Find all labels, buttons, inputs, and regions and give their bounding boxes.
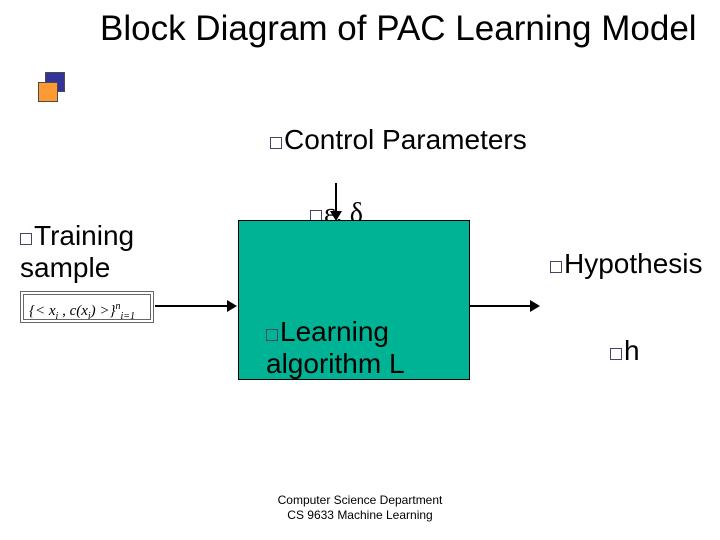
hypothesis-label: Hypothesis — [550, 248, 703, 280]
bullet-icon — [270, 137, 282, 149]
arrow-box-to-hypothesis — [470, 305, 538, 307]
footer-line-1: Computer Science Department — [0, 493, 720, 507]
training-sample-label: Training sample — [20, 220, 220, 284]
arrow-control-to-box — [335, 183, 337, 219]
footer-line-2: CS 9633 Machine Learning — [0, 508, 720, 522]
training-text: Training sample — [20, 220, 134, 283]
training-formula-frame-inner: {< xi , c(xi) >}ni=1 — [23, 294, 151, 320]
h-text: h — [624, 335, 640, 366]
control-text: Control Parameters — [284, 124, 527, 155]
slide-title: Block Diagram of PAC Learning Model — [100, 8, 700, 50]
h-label: h — [610, 335, 640, 367]
bullet-icon — [266, 329, 278, 341]
training-formula: {< xi , c(xi) >}ni=1 — [24, 295, 150, 326]
hypothesis-text: Hypothesis — [564, 248, 703, 279]
bullet-icon — [550, 261, 562, 273]
control-parameters-label: Control Parameters — [270, 124, 530, 156]
title-bullet-icon — [45, 72, 65, 92]
bullet-icon — [20, 233, 32, 245]
learning-algorithm-label: Learning algorithm L — [266, 316, 462, 380]
bullet-icon — [610, 348, 622, 360]
slide: Block Diagram of PAC Learning Model Cont… — [0, 0, 720, 540]
arrow-training-to-box — [155, 305, 235, 307]
learning-text: Learning algorithm L — [266, 316, 405, 379]
slide-footer: Computer Science Department CS 9633 Mach… — [0, 493, 720, 522]
